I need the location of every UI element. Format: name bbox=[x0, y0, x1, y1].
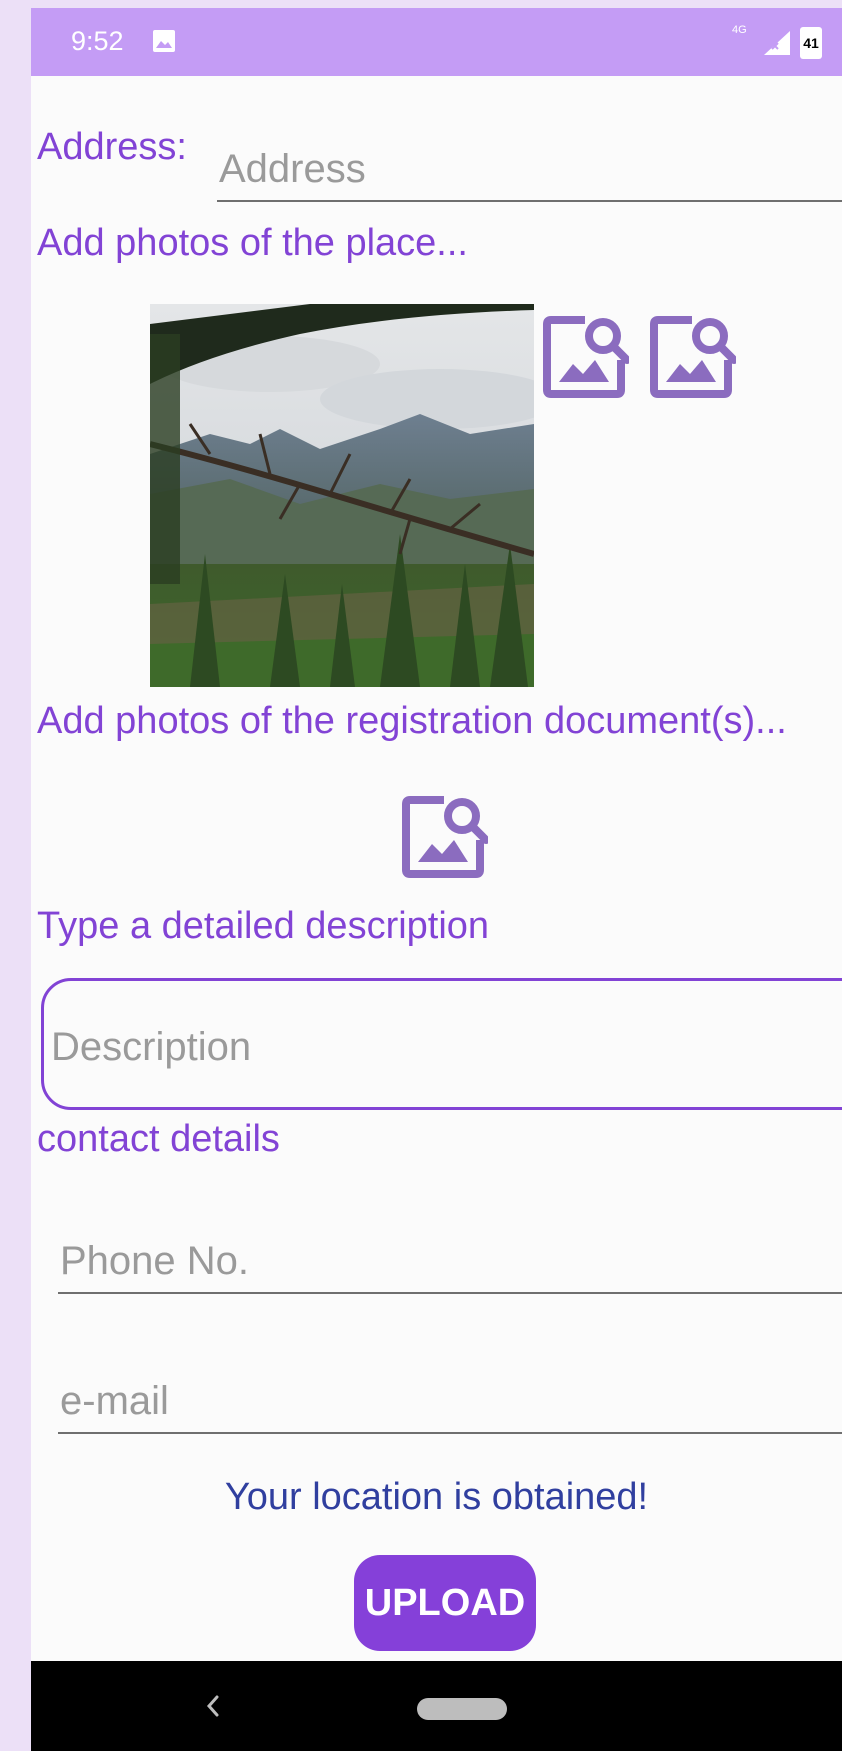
place-photos-label: Add photos of the place... bbox=[37, 222, 468, 264]
image-search-icon[interactable] bbox=[400, 792, 488, 880]
signal-icon bbox=[764, 31, 790, 55]
email-placeholder: e-mail bbox=[60, 1379, 169, 1423]
registration-photos-label: Add photos of the registration document(… bbox=[37, 700, 787, 742]
image-search-icon[interactable] bbox=[648, 312, 736, 400]
app-screen: 9:52 4G 41 Address: Address Add photos o… bbox=[31, 8, 842, 1751]
location-status: Your location is obtained! bbox=[224, 1476, 649, 1518]
address-placeholder: Address bbox=[219, 147, 366, 191]
status-time: 9:52 bbox=[71, 26, 124, 56]
image-notification-icon bbox=[153, 30, 175, 52]
phone-input[interactable]: Phone No. bbox=[58, 1218, 842, 1294]
description-label: Type a detailed description bbox=[37, 905, 490, 947]
battery-icon: 41 bbox=[800, 27, 822, 59]
status-bar: 9:52 4G 41 bbox=[31, 8, 842, 76]
address-label: Address: bbox=[37, 126, 187, 168]
place-photo-thumbnail[interactable] bbox=[150, 304, 534, 687]
mountain-photo bbox=[150, 304, 534, 687]
description-input[interactable]: Description bbox=[41, 978, 842, 1110]
home-button[interactable] bbox=[417, 1698, 507, 1720]
address-input[interactable]: Address bbox=[217, 134, 842, 202]
network-type-label: 4G bbox=[732, 24, 747, 36]
back-icon[interactable] bbox=[201, 1691, 225, 1721]
upload-button[interactable]: UPLOAD bbox=[354, 1555, 536, 1651]
phone-placeholder: Phone No. bbox=[60, 1239, 250, 1283]
navigation-bar bbox=[31, 1661, 842, 1751]
contact-details-label: contact details bbox=[37, 1118, 280, 1160]
battery-level: 41 bbox=[803, 35, 819, 51]
email-input[interactable]: e-mail bbox=[58, 1358, 842, 1434]
status-icons: 4G 41 bbox=[732, 24, 822, 60]
description-placeholder: Description bbox=[51, 1025, 252, 1069]
image-search-icon[interactable] bbox=[541, 312, 629, 400]
